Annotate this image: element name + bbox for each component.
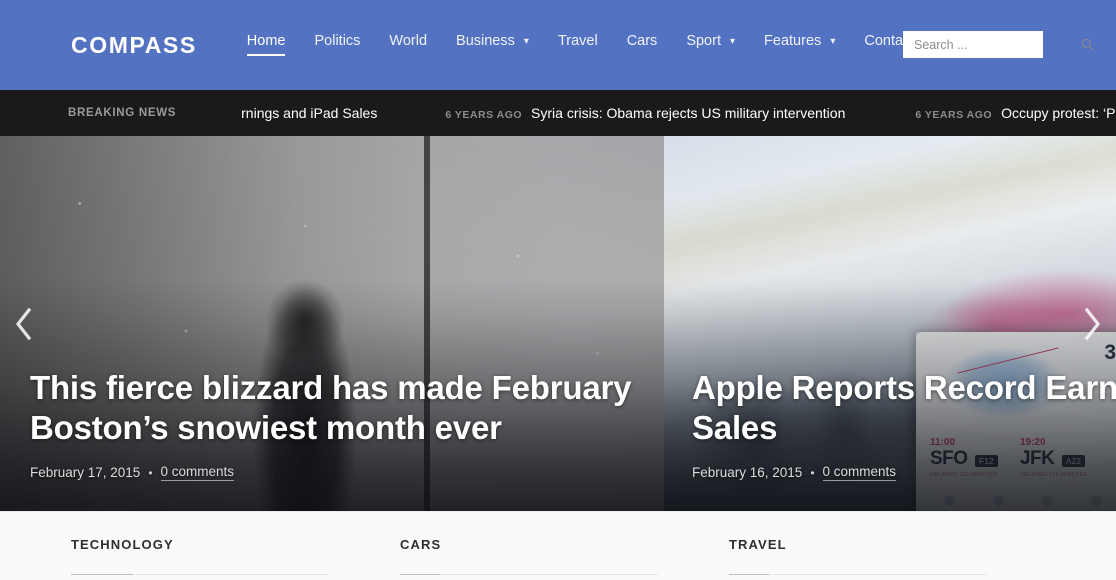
nav-label: World	[389, 33, 428, 50]
nav-label: Politics	[314, 33, 361, 50]
nav-item-business[interactable]: Business ▾	[456, 34, 529, 56]
category-title[interactable]: TRAVEL	[729, 537, 1058, 552]
nav-item-politics[interactable]: Politics	[314, 34, 360, 56]
slide-comments-link[interactable]: 0 comments	[160, 464, 235, 481]
meta-separator: •	[148, 465, 153, 480]
category-divider	[71, 574, 329, 575]
nav-label: Travel	[557, 33, 598, 50]
category-column-cars: CARS	[400, 512, 729, 580]
category-strip: TECHNOLOGY CARS TRAVEL	[0, 511, 1116, 580]
slide-meta: February 17, 2015 • 0 comments	[30, 464, 638, 481]
nav-item-cars[interactable]: Cars	[627, 34, 658, 56]
hero-slide-apple[interactable]: 3 11:00 SFO F12 DELAYED 120 MINUTES 19:2…	[664, 136, 1116, 511]
site-header: COMPASS Home Politics World Business ▾ T…	[0, 0, 1116, 90]
ticker-timestamp: 6 YEARS AGO	[445, 109, 523, 121]
slide-comments-link[interactable]: 0 comments	[822, 464, 897, 481]
slide-content: Apple Reports Record Earnings aSales Feb…	[692, 368, 1116, 481]
nav-item-features[interactable]: Features ▾	[764, 34, 835, 56]
ticker-item[interactable]: 6 YEARS AGO Occupy protest: ‘Public need…	[915, 105, 1116, 121]
slider-prev-button[interactable]	[4, 296, 44, 352]
category-title[interactable]: CARS	[400, 537, 729, 552]
chevron-down-icon: ▾	[730, 36, 736, 48]
breaking-news-ticker: BREAKING NEWS rnings and iPad Sales 6 YE…	[0, 90, 1116, 136]
ticker-headline[interactable]: Occupy protest: ‘Public needs educating’	[1001, 105, 1116, 121]
nav-label: Sport	[686, 33, 721, 50]
ticker-headline[interactable]: rnings and iPad Sales	[241, 105, 377, 121]
chevron-down-icon: ▾	[523, 36, 529, 48]
slide-headline[interactable]: Apple Reports Record Earnings aSales	[692, 368, 1116, 447]
chevron-left-icon	[15, 307, 32, 340]
meta-separator: •	[810, 465, 815, 480]
category-title[interactable]: TECHNOLOGY	[71, 537, 400, 552]
search-icon	[1081, 38, 1094, 51]
ticker-item[interactable]: rnings and iPad Sales	[241, 105, 377, 121]
nav-label: Cars	[626, 33, 658, 50]
chevron-right-icon	[1084, 307, 1101, 340]
slide-headline-line1: Apple Reports Record Earnings a	[692, 369, 1116, 407]
search-box	[903, 31, 1094, 58]
slide-date: February 17, 2015	[30, 465, 141, 480]
hero-slider: This fierce blizzard has made February B…	[0, 136, 1116, 511]
category-column-travel: TRAVEL	[729, 512, 1058, 580]
slide-meta: February 16, 2015 • 0 comments	[692, 464, 1116, 481]
slide-headline[interactable]: This fierce blizzard has made February B…	[30, 368, 638, 447]
category-divider	[729, 574, 987, 575]
nav-item-world[interactable]: World	[389, 34, 427, 56]
ticker-item[interactable]: 6 YEARS AGO Syria crisis: Obama rejects …	[445, 105, 845, 121]
breaking-news-label: BREAKING NEWS	[68, 107, 177, 119]
search-input[interactable]	[903, 31, 1081, 58]
chevron-down-icon: ▾	[830, 36, 836, 48]
ticker-headline[interactable]: Syria crisis: Obama rejects US military …	[531, 105, 845, 121]
hero-slide-blizzard[interactable]: This fierce blizzard has made February B…	[0, 136, 664, 511]
nav-item-sport[interactable]: Sport ▾	[686, 34, 735, 56]
nav-label: Business	[456, 33, 515, 50]
main-navigation: Home Politics World Business ▾ Travel Ca…	[246, 25, 944, 65]
site-logo[interactable]: COMPASS	[71, 33, 197, 57]
slide-headline-line2: Sales	[692, 408, 778, 446]
nav-item-home[interactable]: Home	[246, 33, 286, 56]
search-submit-button[interactable]	[1081, 31, 1094, 58]
slide-content: This fierce blizzard has made February B…	[30, 368, 638, 481]
category-divider	[400, 574, 658, 575]
category-column-technology: TECHNOLOGY	[71, 512, 400, 580]
nav-item-travel[interactable]: Travel	[558, 34, 598, 56]
nav-label: Home	[246, 33, 286, 50]
slider-next-button[interactable]	[1072, 296, 1112, 352]
ticker-timestamp: 6 YEARS AGO	[915, 109, 993, 121]
slide-date: February 16, 2015	[692, 465, 803, 480]
nav-label: Features	[764, 33, 822, 50]
